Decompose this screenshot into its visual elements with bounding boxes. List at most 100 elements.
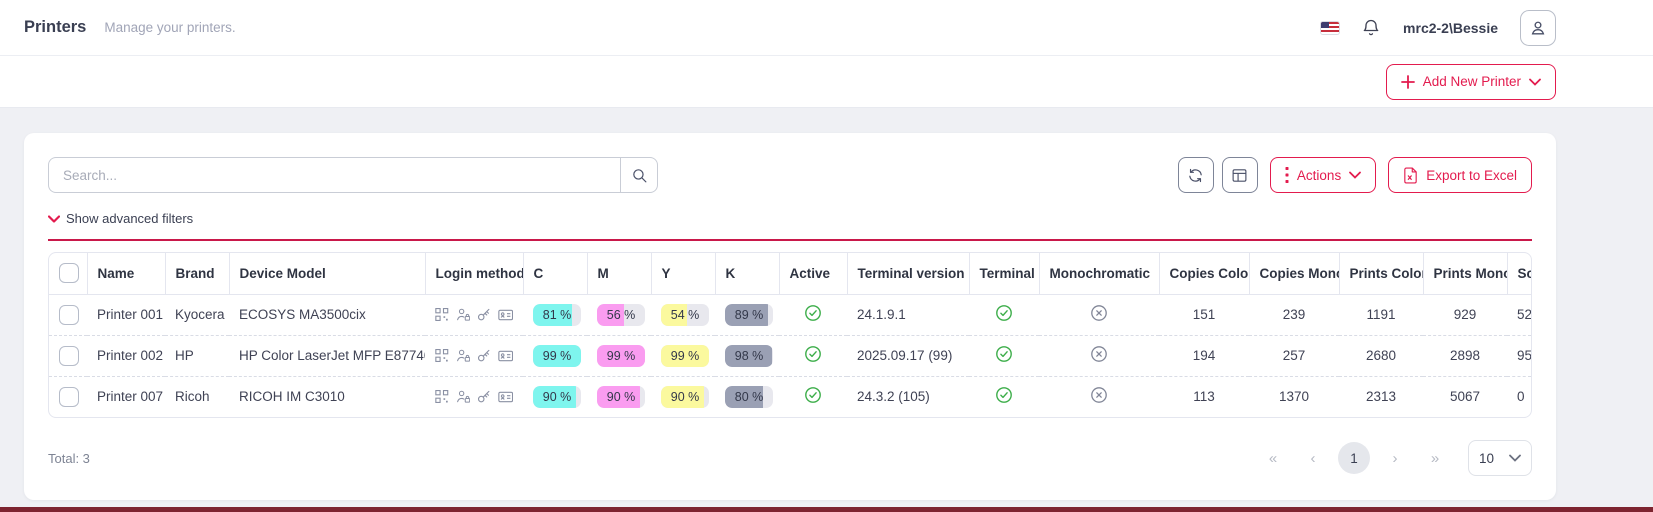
cell-terminal [969,335,1039,376]
user-menu-button[interactable] [1520,10,1556,46]
select-all-checkbox[interactable] [59,263,79,283]
table-row: Printer 002HPHP Color LaserJet MFP E8774… [49,335,1531,376]
refresh-icon [1187,167,1204,184]
column-header-terminal-version: Terminal version [847,253,969,294]
previous-page-button[interactable]: ‹ [1298,443,1328,473]
search-button[interactable] [620,157,658,193]
language-flag-button[interactable] [1321,22,1339,34]
cell-active [779,294,847,335]
us-flag-icon [1321,22,1339,34]
cell-copies-color: 194 [1159,335,1249,376]
cell-prints-color: 1191 [1339,294,1423,335]
chevron-down-icon [1509,454,1521,462]
cell-scans: 521 [1507,294,1531,335]
user-lock-icon [456,389,470,404]
cell-prints-mono: 2898 [1423,335,1507,376]
column-header-k: K [715,253,779,294]
first-page-button[interactable]: « [1258,443,1288,473]
active-check-icon [804,345,822,363]
cell-copies-mono: 239 [1249,294,1339,335]
toner-level-badge: 80 % [725,386,773,408]
cell-device-model: RICOH IM C3010 [229,376,425,417]
column-header-scans: Scans [1507,253,1531,294]
cell-copies-color: 151 [1159,294,1249,335]
cell-device-model: HP Color LaserJet MFP E87740 [229,335,425,376]
key-icon [477,307,491,322]
row-checkbox[interactable] [59,387,79,407]
column-header-copies-mono: Copies Mono [1249,253,1339,294]
cell-prints-mono: 929 [1423,294,1507,335]
cell-copies-mono: 257 [1249,335,1339,376]
page-background: Actions Export to Excel Show advanced fi… [0,109,1653,507]
page-title: Printers [24,18,86,37]
search-group [48,157,658,193]
cell-active [779,376,847,417]
id-card-icon [498,308,513,322]
cell-copies-color: 113 [1159,376,1249,417]
toner-level-badge: 54 % [661,304,709,326]
chevron-down-icon [1529,78,1541,86]
qr-code-icon [435,307,449,322]
cell-scans: 0 [1507,376,1531,417]
notifications-button[interactable] [1361,18,1381,38]
toner-level-badge: 99 % [597,345,645,367]
id-card-icon [498,349,513,363]
current-page-button[interactable]: 1 [1338,442,1370,474]
user-lock-icon [456,348,470,363]
toner-level-badge: 98 % [725,345,773,367]
show-advanced-filters-toggle[interactable]: Show advanced filters [48,211,193,226]
cell-monochromatic [1039,376,1159,417]
actions-button[interactable]: Actions [1270,157,1376,193]
active-check-icon [804,304,822,322]
active-check-icon [995,386,1013,404]
row-checkbox[interactable] [59,305,79,325]
active-check-icon [995,345,1013,363]
export-to-excel-button[interactable]: Export to Excel [1388,157,1532,193]
cell-copies-mono: 1370 [1249,376,1339,417]
active-check-icon [804,386,822,404]
table-row: Printer 007RicohRICOH IM C301090 %90 %90… [49,376,1531,417]
pagination: « ‹ 1 › » 10 [1258,440,1532,476]
dots-vertical-icon [1285,167,1289,183]
column-header-select-all [49,253,87,294]
cell-toner-k: 80 % [715,376,779,417]
table-header-row: NameBrandDevice ModelLogin methodsCMYKAc… [49,253,1531,294]
column-header-model: Device Model [229,253,425,294]
cell-login-methods [425,294,523,335]
cell-monochromatic [1039,335,1159,376]
cell-toner-y: 90 % [651,376,715,417]
toner-level-badge: 99 % [661,345,709,367]
cell-toner-c: 90 % [523,376,587,417]
cell-terminal [969,376,1039,417]
column-header-prints-color: Prints Color [1339,253,1423,294]
columns-layout-icon [1231,167,1248,184]
cell-monochromatic [1039,294,1159,335]
add-new-printer-button[interactable]: Add New Printer [1386,64,1556,100]
row-checkbox[interactable] [59,346,79,366]
person-icon [1528,18,1548,38]
inactive-x-icon [1090,304,1108,322]
cell-terminal-version: 24.1.9.1 [847,294,969,335]
printers-table: NameBrandDevice ModelLogin methodsCMYKAc… [48,252,1532,418]
cell-terminal [969,294,1039,335]
column-header-monochromatic: Monochromatic [1039,253,1159,294]
search-input[interactable] [48,157,620,193]
cell-prints-color: 2680 [1339,335,1423,376]
cell-brand: Kyocera [165,294,229,335]
last-page-button[interactable]: » [1420,443,1450,473]
cell-name: Printer 002 [87,335,165,376]
cell-login-methods [425,335,523,376]
chevron-down-icon [1349,171,1361,179]
cell-prints-color: 2313 [1339,376,1423,417]
page-size-select[interactable]: 10 [1468,440,1532,476]
cell-toner-k: 89 % [715,294,779,335]
page-subtitle: Manage your printers. [104,20,235,35]
toner-level-badge: 99 % [533,345,581,367]
toner-level-badge: 81 % [533,304,581,326]
qr-code-icon [435,389,449,404]
columns-button[interactable] [1222,157,1258,193]
next-page-button[interactable]: › [1380,443,1410,473]
refresh-button[interactable] [1178,157,1214,193]
cell-toner-c: 99 % [523,335,587,376]
cell-brand: Ricoh [165,376,229,417]
